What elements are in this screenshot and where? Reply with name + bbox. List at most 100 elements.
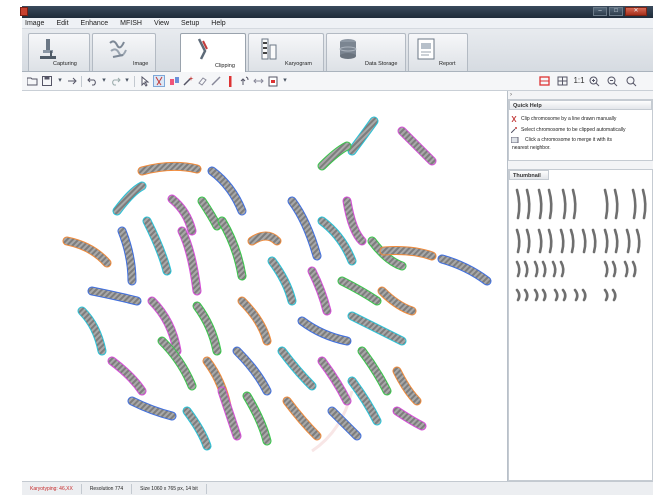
tab-karyogram-label: Karyogram bbox=[285, 61, 312, 67]
tab-capturing[interactable]: Capturing bbox=[28, 33, 90, 71]
chromosome[interactable] bbox=[358, 347, 391, 395]
rotate-icon[interactable] bbox=[237, 75, 249, 87]
redo-dropdown-icon[interactable]: ▾ bbox=[121, 75, 133, 87]
menu-item-edit[interactable]: Edit bbox=[56, 18, 68, 28]
tab-clipping[interactable]: Clipping bbox=[180, 33, 246, 73]
toolbar-separator bbox=[134, 76, 135, 87]
thumbnail-chromosome bbox=[547, 188, 553, 220]
thumbnail-chromosome bbox=[515, 288, 521, 302]
thumbnail-chromosome bbox=[561, 188, 567, 220]
chromosome-spread[interactable] bbox=[22, 91, 508, 481]
chromosome[interactable] bbox=[393, 367, 421, 405]
zoom-in-icon[interactable] bbox=[588, 75, 600, 87]
chromosome[interactable] bbox=[108, 357, 146, 395]
save-icon[interactable] bbox=[41, 75, 53, 87]
export-dropdown-icon[interactable]: ▾ bbox=[279, 75, 291, 87]
tab-image[interactable]: Image bbox=[92, 33, 156, 71]
chromosome[interactable] bbox=[208, 167, 246, 215]
maximize-button[interactable]: □ bbox=[609, 7, 623, 16]
thumbnail-chromosome bbox=[623, 260, 629, 278]
chromosome[interactable] bbox=[348, 377, 381, 425]
auto-clip-icon[interactable] bbox=[182, 75, 194, 87]
eraser-icon[interactable] bbox=[196, 75, 208, 87]
draw-line-icon[interactable] bbox=[210, 75, 222, 87]
image-icon bbox=[109, 40, 127, 58]
menu-item-help[interactable]: Help bbox=[211, 18, 225, 28]
menu-item-view[interactable]: View bbox=[154, 18, 169, 28]
chromosome[interactable] bbox=[178, 227, 201, 295]
menu-item-image[interactable]: Image bbox=[25, 18, 44, 28]
thumbnail-panel: Thumbnail bbox=[508, 169, 653, 481]
thumbnail-chromosome bbox=[573, 288, 579, 302]
chromosome[interactable] bbox=[168, 195, 196, 235]
thumbnail-chromosome bbox=[631, 188, 637, 220]
menu-item-enhance[interactable]: Enhance bbox=[81, 18, 109, 28]
chromosome[interactable] bbox=[318, 357, 351, 405]
grid-view-icon[interactable] bbox=[556, 75, 568, 87]
flip-icon[interactable] bbox=[252, 75, 264, 87]
status-resolution: Resolution 774 bbox=[82, 483, 133, 494]
help-line-merge-cont: nearest neighbor. bbox=[512, 145, 551, 151]
panel-collapse-handle[interactable]: › bbox=[508, 91, 653, 99]
report-icon bbox=[417, 38, 435, 60]
thumbnail-chromosome bbox=[525, 188, 531, 220]
chromosome[interactable] bbox=[288, 197, 321, 260]
chromosome[interactable] bbox=[398, 127, 436, 165]
redo-icon[interactable] bbox=[109, 75, 121, 87]
chromosome[interactable] bbox=[283, 397, 321, 440]
thumbnail-chromosome bbox=[561, 288, 567, 302]
thumbnail-chromosome bbox=[591, 228, 597, 254]
chromosome[interactable] bbox=[318, 217, 356, 265]
chromosome[interactable] bbox=[348, 117, 378, 155]
thumbnail-chromosome bbox=[541, 288, 547, 302]
tab-data-storage[interactable]: Data Storage bbox=[326, 33, 406, 71]
auto-clip-help-icon bbox=[511, 127, 517, 133]
zoom-tool-icon[interactable] bbox=[625, 75, 637, 87]
metaphase-canvas[interactable] bbox=[22, 91, 508, 481]
minimize-button[interactable]: – bbox=[593, 7, 607, 16]
menu-item-mfish[interactable]: MFISH bbox=[120, 18, 142, 28]
chromosome[interactable] bbox=[278, 347, 316, 390]
thumbnail-chromosome bbox=[569, 228, 575, 254]
chromosome[interactable] bbox=[118, 227, 136, 285]
tab-report-label: Report bbox=[439, 61, 456, 67]
save-dropdown-icon[interactable]: ▾ bbox=[54, 75, 66, 87]
select-icon[interactable] bbox=[139, 75, 151, 87]
tab-data-storage-label: Data Storage bbox=[365, 61, 398, 67]
undo-icon[interactable] bbox=[86, 75, 98, 87]
outline-toggle-icon[interactable] bbox=[538, 75, 550, 87]
quick-help-panel: Quick Help Clip chromosome by a line dra… bbox=[508, 99, 653, 161]
merge-icon[interactable] bbox=[168, 75, 180, 87]
zoom-out-icon[interactable] bbox=[606, 75, 618, 87]
tab-report[interactable]: Report bbox=[408, 33, 468, 71]
chromosome[interactable] bbox=[143, 217, 171, 275]
tab-image-label: Image bbox=[133, 61, 149, 67]
toolbar-separator bbox=[81, 76, 82, 87]
transfer-icon[interactable] bbox=[66, 75, 78, 87]
close-button[interactable]: ✕ bbox=[625, 7, 647, 16]
karyogram-thumbnail[interactable] bbox=[509, 182, 652, 322]
tab-capturing-label: Capturing bbox=[53, 61, 77, 67]
menu-item-setup[interactable]: Setup bbox=[181, 18, 199, 28]
chromosome[interactable] bbox=[343, 197, 366, 245]
chromosome[interactable] bbox=[243, 392, 271, 445]
microscope-icon bbox=[40, 39, 56, 59]
title-bar: – □ ✕ bbox=[20, 6, 653, 18]
separator-icon[interactable] bbox=[224, 75, 236, 87]
open-icon[interactable] bbox=[26, 75, 38, 87]
chromosome[interactable] bbox=[183, 407, 211, 450]
clip-icon[interactable] bbox=[153, 75, 165, 87]
thumbnail-chromosome bbox=[533, 288, 539, 302]
chromosome[interactable] bbox=[233, 347, 271, 395]
zoom-actual-size-button[interactable]: 1:1 bbox=[572, 75, 586, 87]
tab-karyogram[interactable]: Karyogram bbox=[248, 33, 324, 71]
export-icon[interactable] bbox=[267, 75, 279, 87]
window-controls: – □ ✕ bbox=[593, 7, 647, 16]
scissors-icon bbox=[197, 38, 208, 60]
status-karyotype: Karyotyping: 46,XX bbox=[22, 483, 82, 494]
toolbar: ▾ ▾ ▾ ▾ 1:1 bbox=[22, 72, 653, 91]
chromosome[interactable] bbox=[338, 277, 381, 305]
chromosome[interactable] bbox=[438, 255, 491, 285]
chromosome[interactable] bbox=[348, 312, 406, 345]
thumbnail-chromosome bbox=[603, 188, 609, 220]
